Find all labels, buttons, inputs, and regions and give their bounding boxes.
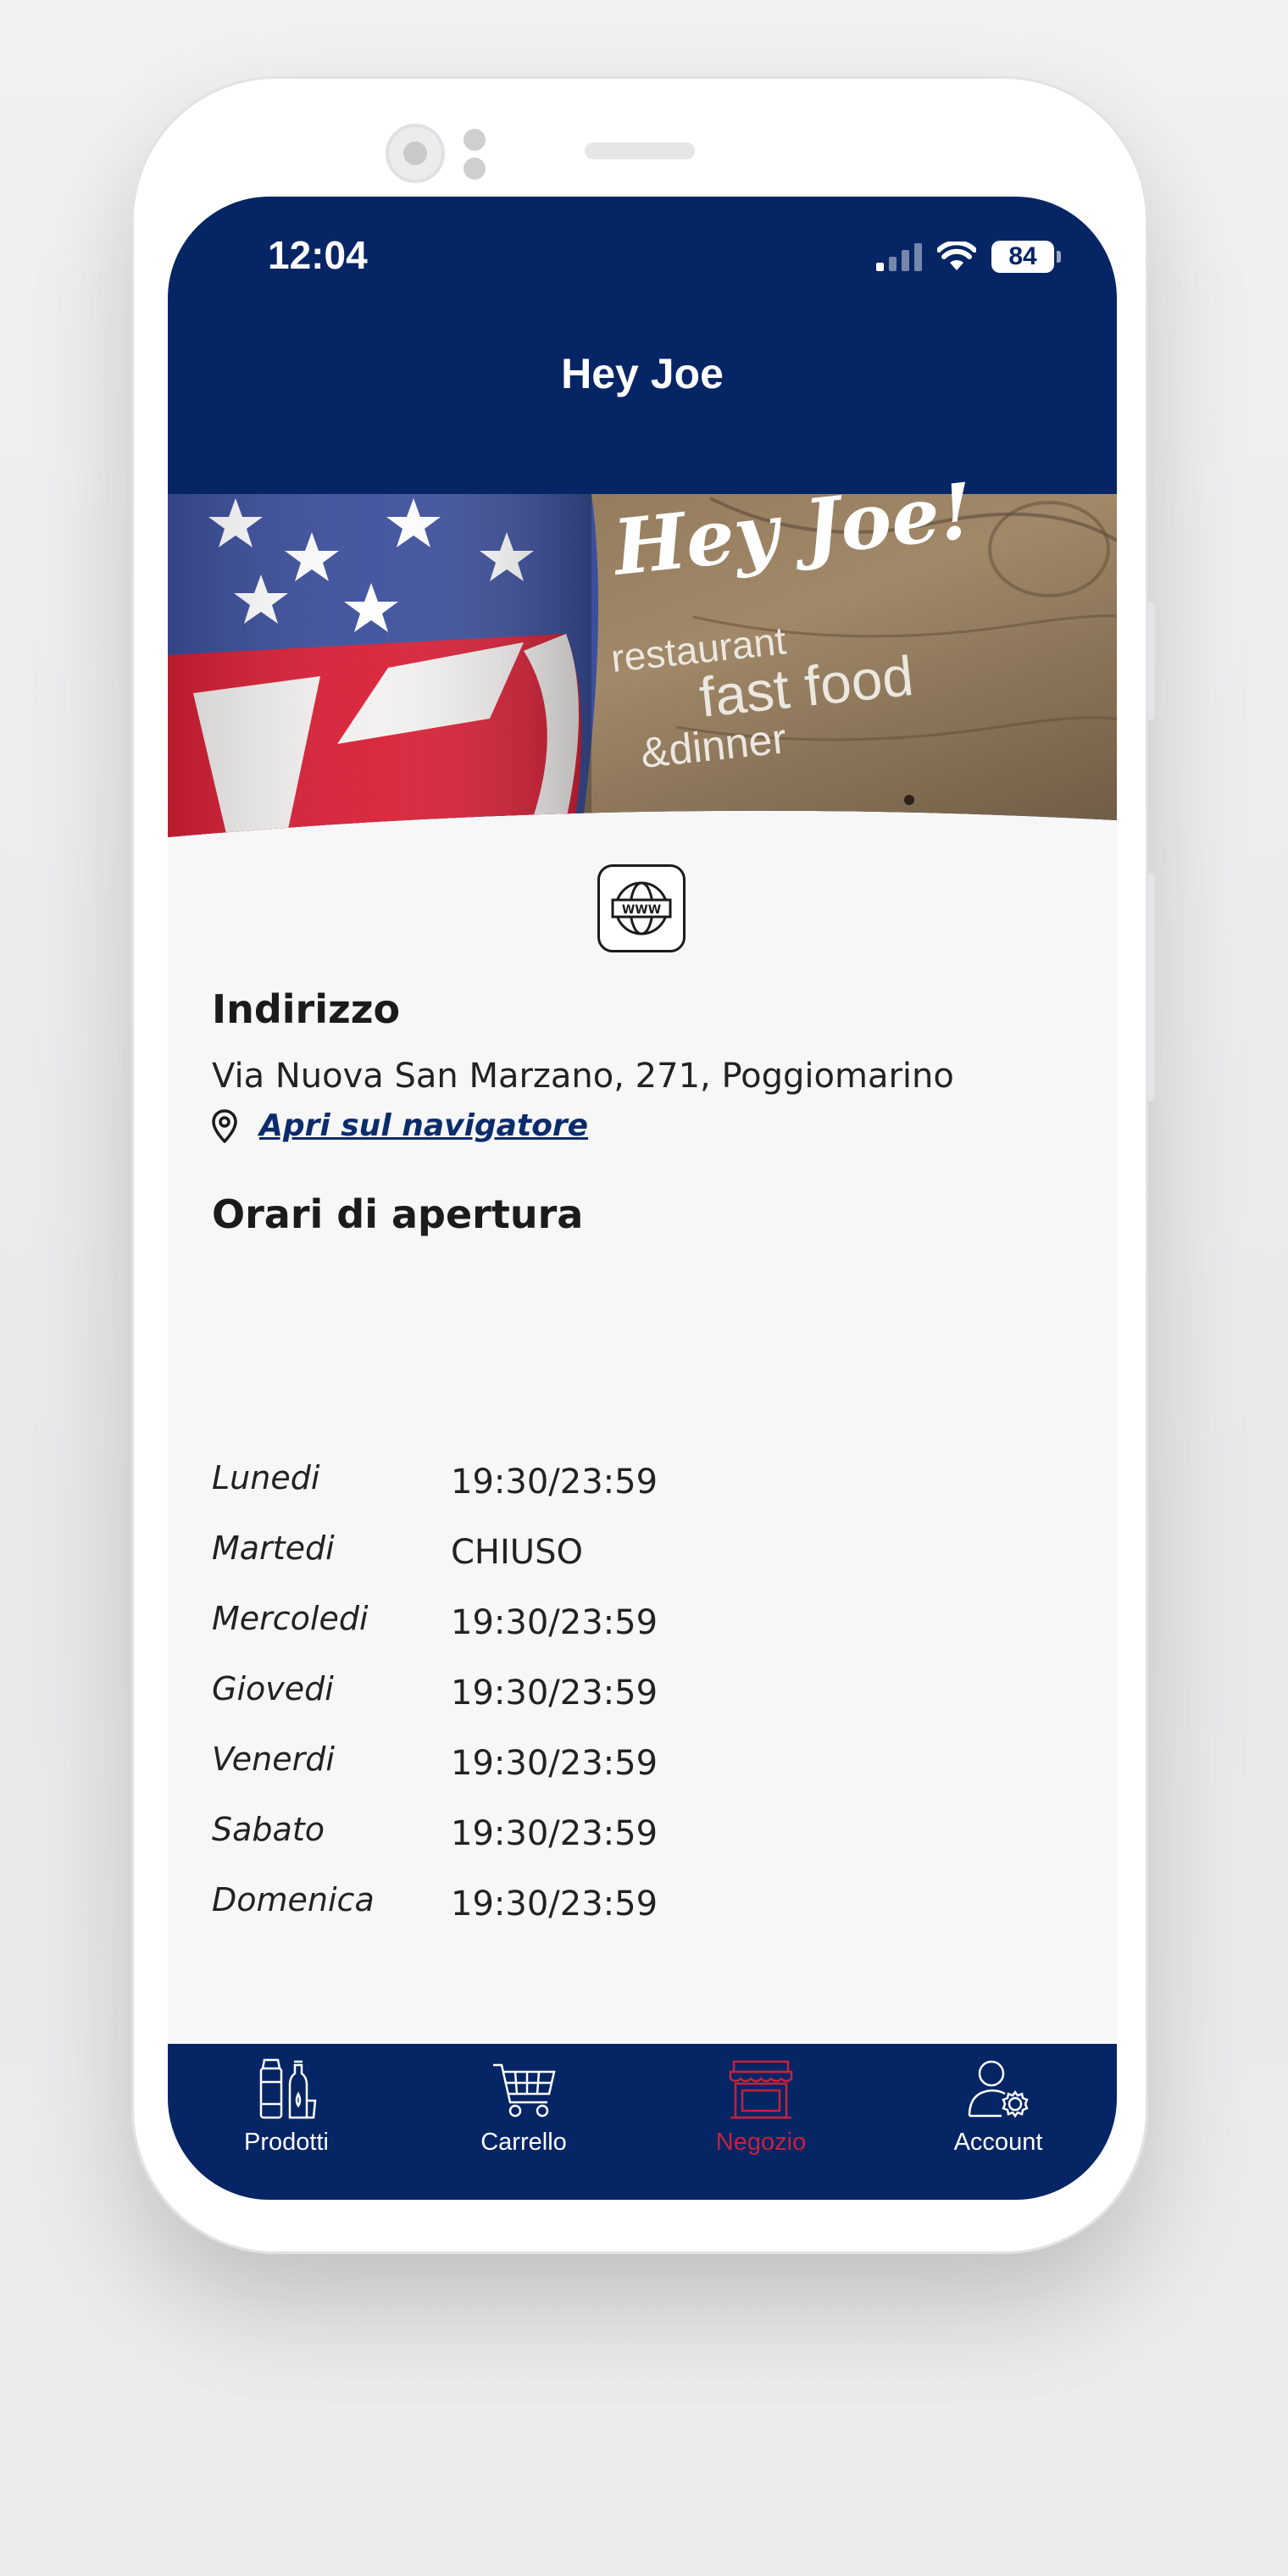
hours-time: 19:30/23:59: [451, 1885, 658, 1924]
phone-side-button: [1146, 873, 1155, 1102]
tab-negozio[interactable]: Negozio: [642, 2044, 880, 2200]
status-icons: 84: [876, 241, 1061, 273]
hours-day: Domenica: [212, 1881, 375, 1918]
hours-time: 19:30/23:59: [451, 1674, 658, 1713]
hours-day: Lunedi: [212, 1459, 320, 1496]
tab-label: Prodotti: [244, 2129, 329, 2156]
tab-label: Carrello: [480, 2129, 567, 2156]
app-screen: 12:04 84 Hey Joe Hey Joe! restaurant fas…: [168, 197, 1117, 2200]
www-label: WWW: [622, 903, 661, 917]
tab-account[interactable]: Account: [880, 2044, 1117, 2200]
website-button[interactable]: WWW: [597, 864, 686, 952]
hours-day: Mercoledi: [212, 1600, 369, 1637]
hours-row: Mercoledi 19:30/23:59: [212, 1600, 890, 1651]
phone-side-button: [1146, 602, 1155, 720]
battery-indicator: 84: [991, 241, 1061, 273]
hours-time: 19:30/23:59: [451, 1463, 658, 1502]
cart-icon: [486, 2056, 562, 2124]
hours-row: Martedi CHIUSO: [212, 1530, 890, 1580]
bottom-tab-bar: Prodotti Carrello Negozio Account: [168, 2044, 1117, 2200]
tab-carrello[interactable]: Carrello: [405, 2044, 642, 2200]
hours-day: Sabato: [212, 1811, 325, 1848]
hours-row: Giovedi 19:30/23:59: [212, 1670, 890, 1721]
hours-row: Lunedi 19:30/23:59: [212, 1459, 890, 1510]
hours-time: 19:30/23:59: [451, 1814, 658, 1853]
open-navigator-link[interactable]: Apri sul navigatore: [212, 1108, 588, 1143]
hours-time: CHIUSO: [451, 1533, 583, 1572]
store-icon: [723, 2056, 799, 2124]
store-details: WWW Indirizzo Via Nuova San Marzano, 271…: [168, 846, 1117, 2200]
account-settings-icon: [960, 2056, 1036, 2124]
earpiece-speaker: [585, 142, 695, 159]
hours-row: Venerdi 19:30/23:59: [212, 1740, 890, 1791]
cellular-signal-icon: [876, 242, 922, 271]
store-banner-image: Hey Joe! restaurant fast food &dinner: [168, 447, 1117, 846]
tab-prodotti[interactable]: Prodotti: [168, 2044, 405, 2200]
hours-day: Martedi: [212, 1530, 335, 1567]
open-navigator-label[interactable]: Apri sul navigatore: [259, 1108, 588, 1143]
hours-time: 19:30/23:59: [451, 1744, 658, 1783]
hours-day: Giovedi: [212, 1670, 334, 1707]
top-bar: 12:04 84 Hey Joe: [168, 197, 1117, 485]
address-title: Indirizzo: [212, 986, 401, 1032]
hours-row: Sabato 19:30/23:59: [212, 1811, 890, 1862]
hours-row: Domenica 19:30/23:59: [212, 1881, 890, 1932]
tab-label: Account: [953, 2129, 1043, 2156]
globe-www-icon: WWW: [611, 881, 672, 935]
hours-day: Venerdi: [212, 1740, 335, 1778]
tab-label: Negozio: [715, 2129, 807, 2156]
hours-time: 19:30/23:59: [451, 1603, 658, 1642]
front-camera: [386, 124, 445, 183]
wifi-icon: [937, 242, 976, 270]
page-title: Hey Joe: [561, 350, 724, 397]
front-sensor: [464, 158, 486, 180]
address-text: Via Nuova San Marzano, 271, Poggiomarino: [212, 1057, 954, 1096]
status-time: 12:04: [268, 233, 368, 277]
opening-hours-title: Orari di apertura: [212, 1191, 584, 1237]
location-pin-icon: [212, 1108, 237, 1143]
front-sensor: [464, 129, 486, 151]
products-icon: [248, 2056, 325, 2124]
